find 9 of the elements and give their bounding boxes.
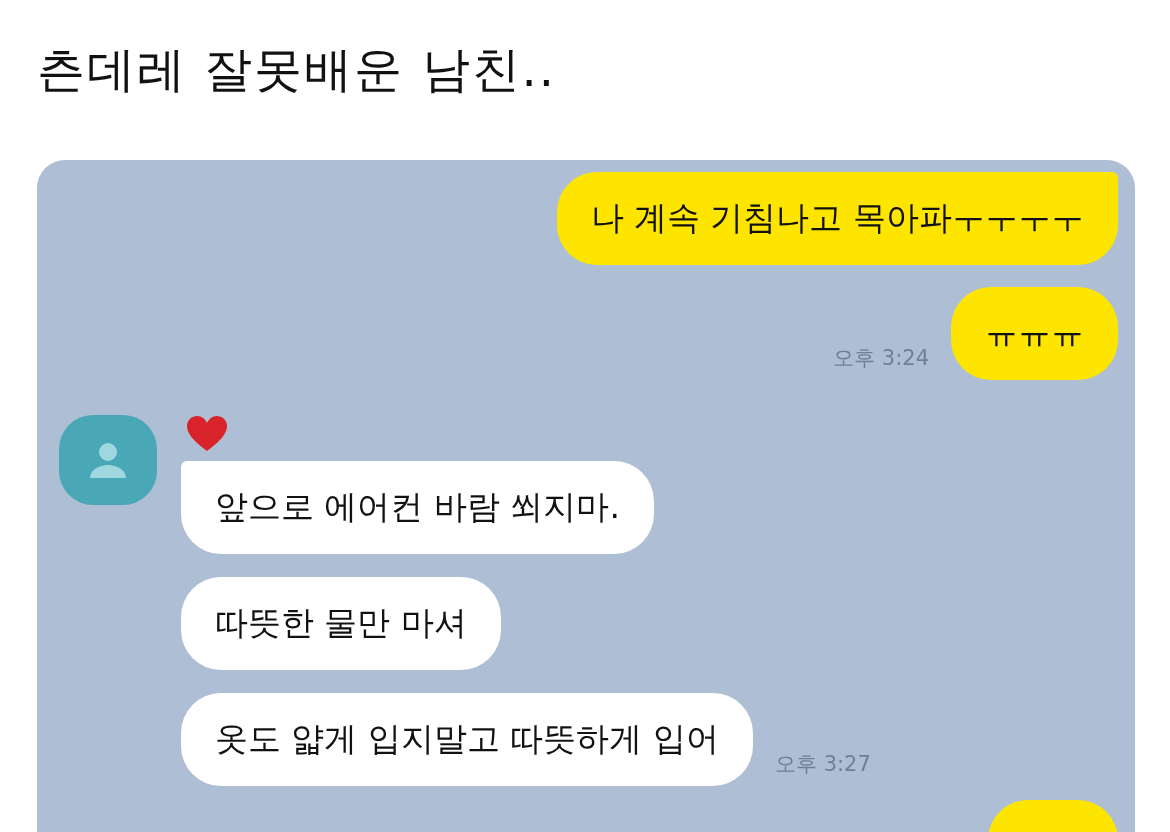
message-bubble: 나 계속 기침나고 목아파ㅜㅜㅜㅜ [556,172,1118,265]
message-bubble: ㅠㅠㅠ [951,287,1118,380]
message-bubble: 옷도 얇게 입지말고 따뜻하게 입어 [181,693,753,786]
message-bubble: 앞으로 에어컨 바람 쐬지마. [181,461,654,554]
post-title: 츤데레 잘못배운 남친.. [36,40,558,99]
message-bubble: 따뜻한 물만 마셔 [181,577,501,670]
message-time: 오후 3:27 [774,751,871,778]
message-time: 오후 3:24 [833,345,929,372]
avatar-icon[interactable] [59,415,157,505]
